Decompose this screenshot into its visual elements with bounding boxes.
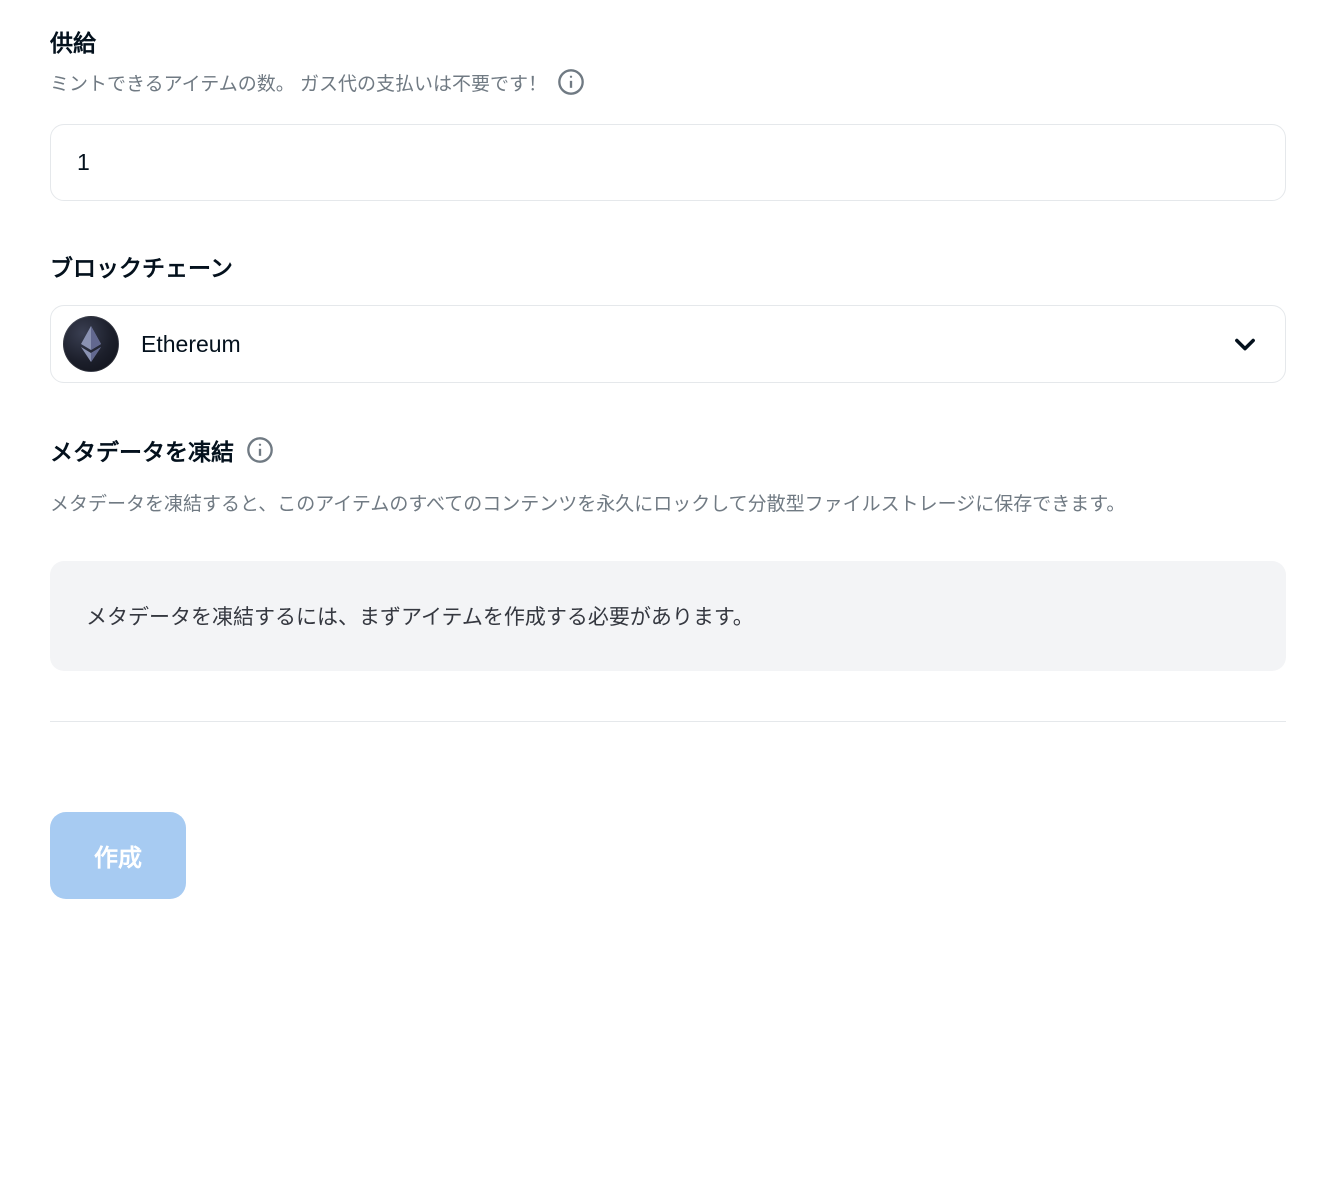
supply-description: ミントできるアイテムの数。 ガス代の支払いは不要です！ bbox=[50, 68, 1286, 96]
supply-description-text: ミントできるアイテムの数。 ガス代の支払いは不要です！ bbox=[50, 69, 547, 96]
blockchain-section: ブロックチェーン Ethereum bbox=[50, 249, 1286, 383]
blockchain-select[interactable]: Ethereum bbox=[50, 305, 1286, 383]
blockchain-label: ブロックチェーン bbox=[50, 249, 1286, 283]
create-button[interactable]: 作成 bbox=[50, 812, 186, 899]
blockchain-selected-value: Ethereum bbox=[141, 331, 241, 358]
supply-input[interactable] bbox=[50, 124, 1286, 201]
ethereum-icon bbox=[63, 316, 119, 372]
blockchain-select-left: Ethereum bbox=[63, 316, 241, 372]
freeze-description: メタデータを凍結すると、このアイテムのすべてのコンテンツを永久にロックして分散型… bbox=[50, 489, 1286, 521]
freeze-label-text: メタデータを凍結 bbox=[50, 433, 234, 467]
freeze-notice: メタデータを凍結するには、まずアイテムを作成する必要があります。 bbox=[50, 561, 1286, 671]
info-icon[interactable] bbox=[557, 68, 585, 96]
chevron-down-icon bbox=[1231, 330, 1259, 358]
supply-label: 供給 bbox=[50, 24, 1286, 58]
freeze-label: メタデータを凍結 bbox=[50, 433, 1286, 467]
divider bbox=[50, 721, 1286, 722]
supply-section: 供給 ミントできるアイテムの数。 ガス代の支払いは不要です！ bbox=[50, 24, 1286, 201]
freeze-metadata-section: メタデータを凍結 メタデータを凍結すると、このアイテムのすべてのコンテンツを永久… bbox=[50, 433, 1286, 671]
info-icon[interactable] bbox=[246, 436, 274, 464]
